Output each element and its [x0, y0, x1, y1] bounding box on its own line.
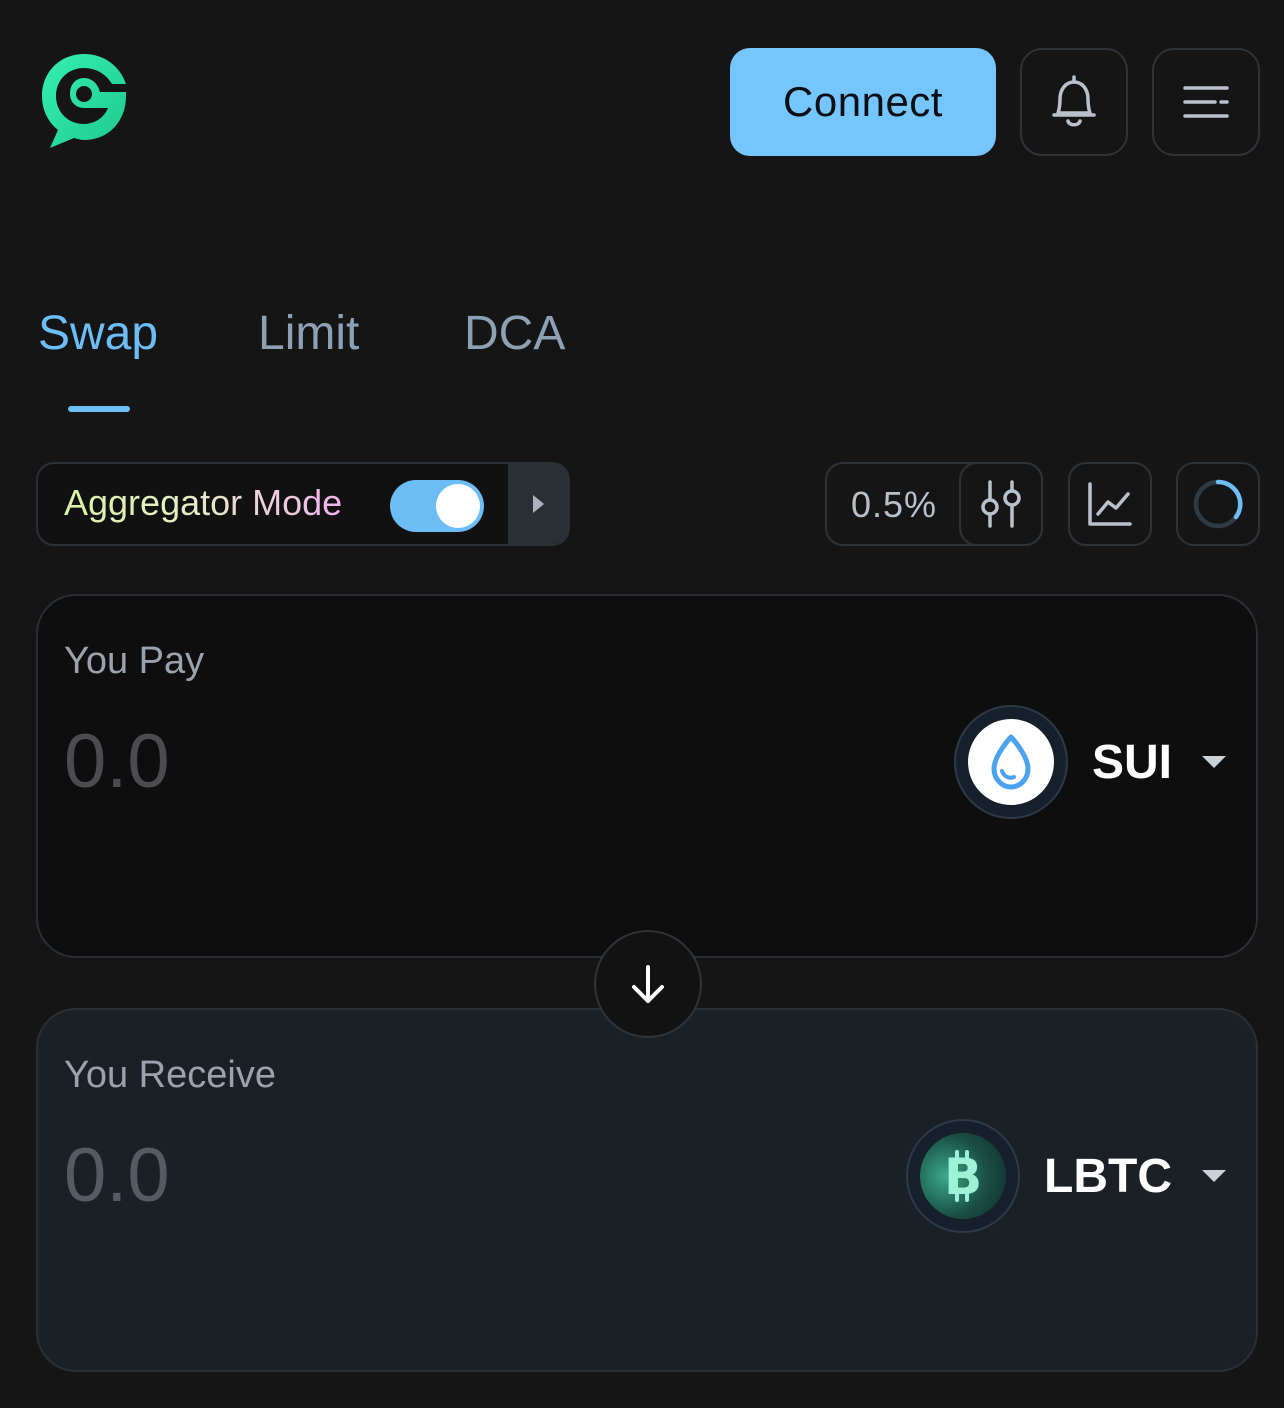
trade-mode-tabs: Swap Limit DCA	[38, 306, 638, 416]
receive-amount: 0.0	[64, 1133, 170, 1218]
aggregator-mode-toggle[interactable]	[390, 480, 484, 532]
receive-label: You Receive	[64, 1054, 276, 1096]
sui-drop-icon	[991, 734, 1031, 790]
brand-logo[interactable]	[38, 50, 130, 154]
pay-amount-input[interactable]: 0.0	[64, 718, 170, 805]
receive-token-icon-wrap: B	[906, 1119, 1021, 1233]
tab-swap[interactable]: Swap	[38, 306, 158, 361]
receive-token-selector[interactable]: B LBTC	[906, 1118, 1226, 1234]
chart-icon	[1088, 482, 1132, 526]
toggle-knob	[436, 484, 480, 528]
brand-bubble-logo-icon	[42, 54, 126, 148]
refresh-spinner-icon	[1193, 479, 1243, 529]
swap-direction-button[interactable]	[594, 930, 702, 1038]
aggregator-mode-label: Aggregator Mode	[64, 482, 343, 523]
tab-limit[interactable]: Limit	[258, 306, 359, 361]
receive-token-symbol: LBTC	[1044, 1149, 1172, 1203]
lbtc-token-logo: B	[920, 1133, 1007, 1219]
pay-panel: You Pay 0.0 SUI	[36, 594, 1258, 958]
sliders-icon	[981, 480, 1021, 528]
active-tab-indicator	[68, 406, 130, 412]
connect-button[interactable]: Connect	[730, 48, 996, 156]
menu-icon	[1183, 86, 1229, 118]
pay-label: You Pay	[64, 640, 205, 682]
receive-panel: You Receive 0.0 B LBTC	[36, 1008, 1258, 1372]
pay-token-icon-wrap	[953, 705, 1068, 819]
aggregator-expand-button[interactable]	[508, 464, 568, 544]
aggregator-mode-control: Aggregator Mode	[36, 462, 570, 546]
notifications-button[interactable]	[1020, 48, 1128, 156]
price-chart-button[interactable]	[1068, 462, 1152, 546]
chevron-down-icon	[1202, 756, 1226, 768]
slippage-value: 0.5%	[851, 484, 938, 525]
svg-text:B: B	[944, 1148, 982, 1206]
chevron-down-icon	[1202, 1170, 1226, 1182]
refresh-button[interactable]	[1176, 462, 1260, 546]
arrow-down-icon	[632, 965, 664, 1003]
slippage-control[interactable]: 0.5%	[825, 462, 1043, 546]
pay-token-symbol: SUI	[1091, 735, 1172, 789]
sui-token-logo	[967, 719, 1054, 805]
bitcoin-icon: B	[944, 1148, 982, 1206]
pay-token-selector[interactable]: SUI	[953, 704, 1226, 820]
caret-right-icon	[533, 495, 544, 513]
menu-button[interactable]	[1152, 48, 1260, 156]
tab-dca[interactable]: DCA	[464, 306, 565, 361]
slippage-settings-button[interactable]	[959, 462, 1043, 546]
bell-icon	[1052, 75, 1096, 127]
